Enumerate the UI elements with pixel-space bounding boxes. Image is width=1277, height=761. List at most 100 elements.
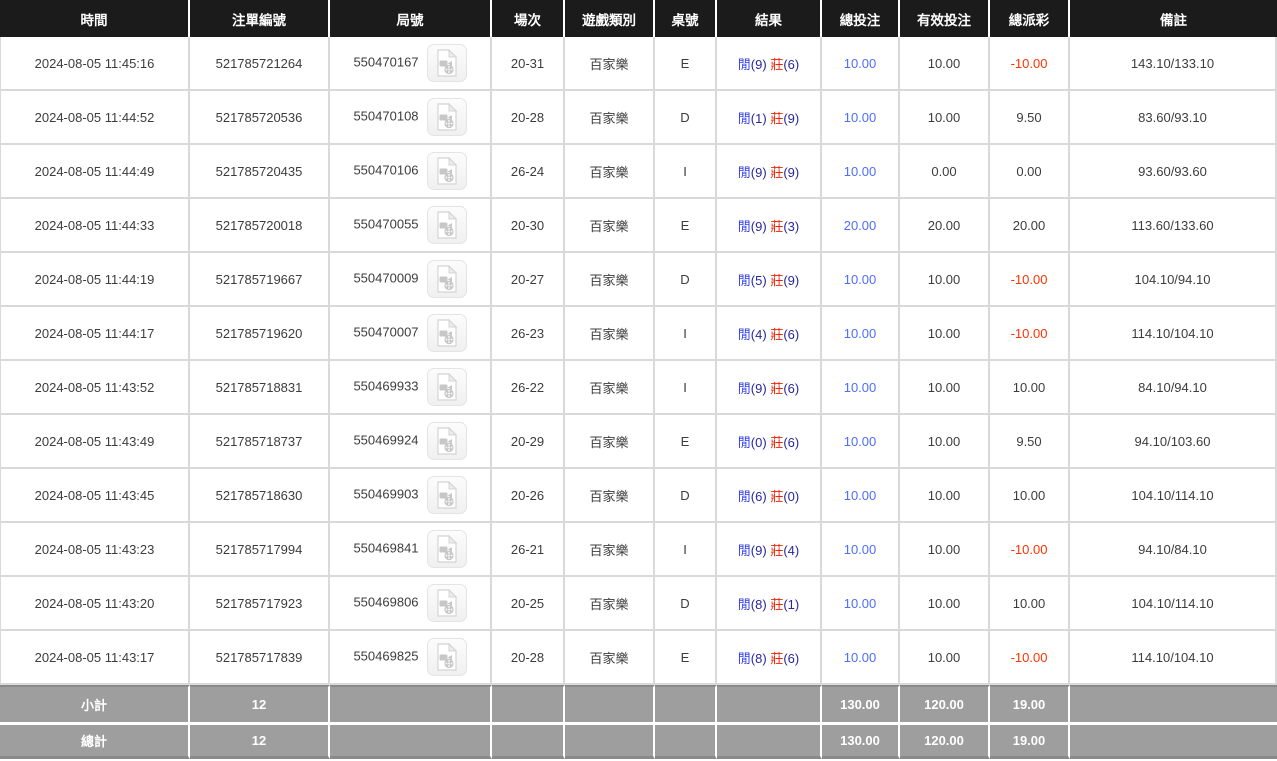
cell-result: 閒(1) 莊(9) [717, 91, 822, 145]
column-header-session: 場次 [492, 0, 565, 37]
cell-game-type: 百家樂 [565, 91, 655, 145]
cell-game-type: 百家樂 [565, 199, 655, 253]
cell-bet-id: 521785719620 [190, 307, 330, 361]
result-banker-label: 莊 [770, 543, 783, 558]
cell-time: 2024-08-05 11:43:49 [0, 415, 190, 469]
video-file-icon[interactable] [427, 476, 467, 514]
cell-round-id: 550469825 [330, 631, 492, 685]
column-header-payout: 總派彩 [990, 0, 1070, 37]
cell-table-no: E [655, 415, 717, 469]
result-player-label: 閒 [738, 597, 751, 612]
video-file-icon[interactable] [427, 422, 467, 460]
video-file-icon[interactable] [427, 530, 467, 568]
result-banker-label: 莊 [770, 57, 783, 72]
video-file-icon[interactable] [427, 368, 467, 406]
cell-payout: 9.50 [990, 91, 1070, 145]
cell-table-no: I [655, 523, 717, 577]
total-empty-round [330, 722, 492, 759]
subtotal-empty-session [492, 685, 565, 722]
result-player-score: (5) [751, 273, 767, 288]
round-id-text: 550469825 [353, 648, 418, 663]
video-file-icon[interactable] [427, 584, 467, 622]
cell-session: 20-27 [492, 253, 565, 307]
cell-table-no: I [655, 361, 717, 415]
subtotal-empty-game-type [565, 685, 655, 722]
video-file-icon[interactable] [427, 638, 467, 676]
video-file-icon[interactable] [427, 98, 467, 136]
table-row: 2024-08-05 11:43:49 521785718737 5504699… [0, 415, 1277, 469]
cell-result: 閒(8) 莊(1) [717, 577, 822, 631]
column-header-round-id: 局號 [330, 0, 492, 37]
column-header-table-no: 桌號 [655, 0, 717, 37]
result-banker-label: 莊 [770, 165, 783, 180]
cell-game-type: 百家樂 [565, 253, 655, 307]
round-id-text: 550470106 [353, 162, 418, 177]
subtotal-empty-remark [1070, 685, 1277, 722]
cell-valid-bet: 10.00 [900, 361, 990, 415]
video-file-icon[interactable] [427, 206, 467, 244]
result-player-label: 閒 [738, 543, 751, 558]
result-banker-label: 莊 [770, 111, 783, 126]
subtotal-empty-table-no [655, 685, 717, 722]
video-file-icon[interactable] [427, 152, 467, 190]
cell-game-type: 百家樂 [565, 469, 655, 523]
cell-session: 20-26 [492, 469, 565, 523]
cell-game-type: 百家樂 [565, 37, 655, 91]
cell-time: 2024-08-05 11:44:49 [0, 145, 190, 199]
cell-table-no: I [655, 307, 717, 361]
cell-session: 26-23 [492, 307, 565, 361]
result-player-score: (0) [751, 435, 767, 450]
subtotal-count: 12 [190, 685, 330, 722]
total-payout: 19.00 [990, 722, 1070, 759]
cell-bet-id: 521785717994 [190, 523, 330, 577]
result-player-label: 閒 [738, 327, 751, 342]
cell-remark: 94.10/103.60 [1070, 415, 1277, 469]
result-banker-label: 莊 [770, 273, 783, 288]
subtotal-label: 小計 [0, 685, 190, 722]
result-banker-score: (6) [783, 57, 799, 72]
cell-table-no: E [655, 631, 717, 685]
subtotal-valid-bet: 120.00 [900, 685, 990, 722]
round-id-text: 550469903 [353, 486, 418, 501]
column-header-result: 結果 [717, 0, 822, 37]
result-banker-score: (6) [783, 381, 799, 396]
cell-valid-bet: 0.00 [900, 145, 990, 199]
table-row: 2024-08-05 11:43:23 521785717994 5504698… [0, 523, 1277, 577]
cell-time: 2024-08-05 11:45:16 [0, 37, 190, 91]
cell-remark: 104.10/94.10 [1070, 253, 1277, 307]
round-id-text: 550470108 [353, 108, 418, 123]
result-player-score: (1) [751, 111, 767, 126]
cell-result: 閒(9) 莊(9) [717, 145, 822, 199]
cell-payout: 0.00 [990, 145, 1070, 199]
result-player-score: (4) [751, 327, 767, 342]
total-empty-table-no [655, 722, 717, 759]
cell-session: 26-22 [492, 361, 565, 415]
cell-game-type: 百家樂 [565, 631, 655, 685]
round-id-text: 550470009 [353, 270, 418, 285]
column-header-total-bet: 總投注 [822, 0, 900, 37]
cell-bet-id: 521785718831 [190, 361, 330, 415]
total-empty-remark [1070, 722, 1277, 759]
cell-round-id: 550470108 [330, 91, 492, 145]
result-player-label: 閒 [738, 489, 751, 504]
cell-round-id: 550470055 [330, 199, 492, 253]
video-file-icon[interactable] [427, 260, 467, 298]
cell-valid-bet: 10.00 [900, 469, 990, 523]
result-banker-score: (9) [783, 165, 799, 180]
cell-time: 2024-08-05 11:43:45 [0, 469, 190, 523]
cell-session: 20-29 [492, 415, 565, 469]
cell-valid-bet: 20.00 [900, 199, 990, 253]
result-player-label: 閒 [738, 165, 751, 180]
result-player-score: (6) [751, 489, 767, 504]
cell-payout: -10.00 [990, 523, 1070, 577]
cell-session: 20-28 [492, 91, 565, 145]
cell-session: 20-31 [492, 37, 565, 91]
table-row: 2024-08-05 11:43:17 521785717839 5504698… [0, 631, 1277, 685]
cell-bet-id: 521785720435 [190, 145, 330, 199]
cell-total-bet: 10.00 [822, 253, 900, 307]
round-id-text: 550469841 [353, 540, 418, 555]
cell-round-id: 550470007 [330, 307, 492, 361]
video-file-icon[interactable] [427, 314, 467, 352]
total-row: 總計 12 130.00 120.00 19.00 [0, 722, 1277, 759]
video-file-icon[interactable] [427, 44, 467, 82]
